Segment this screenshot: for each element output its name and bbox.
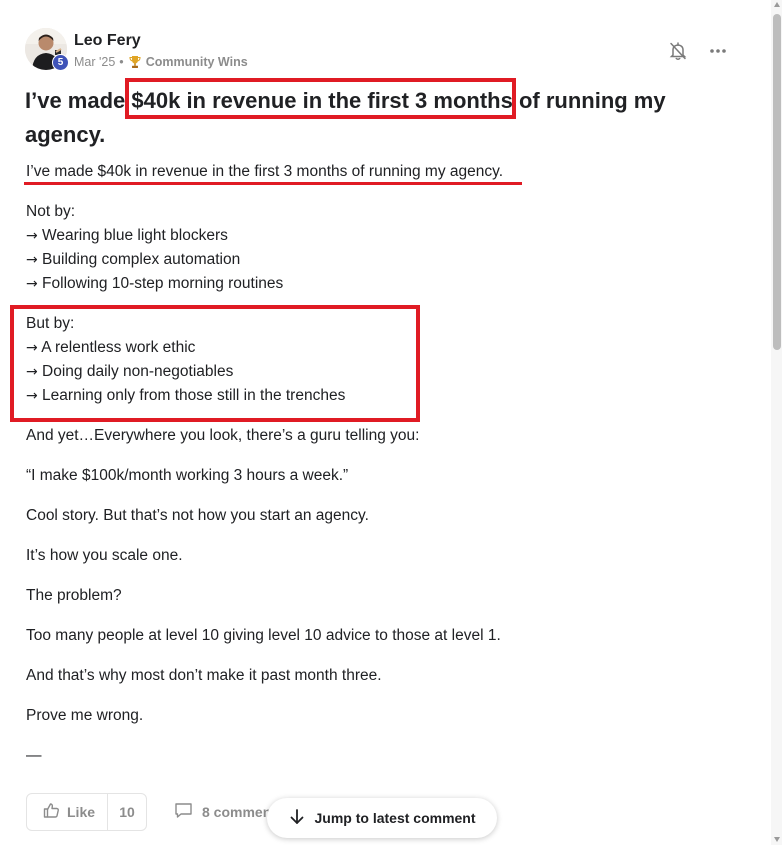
comment-icon xyxy=(174,802,193,822)
thumbs-up-icon xyxy=(43,802,60,822)
title-text-line2: agency. xyxy=(25,122,106,147)
comments-link[interactable]: 8 commen xyxy=(174,802,271,822)
paragraph: And that’s why most don’t make it past m… xyxy=(26,667,382,684)
post-date: Mar '25 xyxy=(74,55,116,69)
arrow-down-icon xyxy=(288,808,306,829)
jump-to-latest-comment-button[interactable]: Jump to latest comment xyxy=(267,798,497,838)
scrollbar-thumb[interactable] xyxy=(773,14,781,350)
paragraph: Too many people at level 10 giving level… xyxy=(26,627,501,644)
post-meta: Mar '25 • Community Wins xyxy=(74,55,248,69)
trailing-dash: — xyxy=(26,747,42,764)
lead-paragraph: I’ve made $40k in revenue in the first 3… xyxy=(26,163,504,180)
not-by-heading: Not by: xyxy=(26,203,76,220)
list-item: → Doing daily non-negotiables xyxy=(26,363,234,380)
but-by-heading: But by: xyxy=(26,315,75,332)
list-item: → Wearing blue light blockers xyxy=(26,227,228,244)
list-item: → Building complex automation xyxy=(26,251,241,268)
like-label: Like xyxy=(67,804,96,820)
comments-label: 8 commen xyxy=(202,804,272,820)
title-highlight: $40k in revenue in the first 3 months xyxy=(131,88,513,113)
post-page: 5 Leo Fery Mar '25 • Community Wins I’ve… xyxy=(0,0,782,845)
title-text-end: of running my xyxy=(512,88,666,113)
paragraph: Cool story. But that’s not how you start… xyxy=(26,507,369,524)
scrollbar[interactable] xyxy=(771,0,782,845)
like-action[interactable]: Like xyxy=(27,794,107,830)
title-text-start: I’ve made xyxy=(25,88,132,113)
author-name[interactable]: Leo Fery xyxy=(74,32,141,50)
trophy-icon xyxy=(128,55,142,69)
list-item: → Learning only from those still in the … xyxy=(26,387,346,404)
paragraph: “I make $100k/month working 3 hours a we… xyxy=(26,467,349,484)
paragraph: It’s how you scale one. xyxy=(26,547,183,564)
bell-off-icon[interactable] xyxy=(667,40,689,62)
list-item: → Following 10-step morning routines xyxy=(26,275,284,292)
scroll-up-arrow-icon[interactable] xyxy=(774,2,780,7)
list-item: → A relentless work ethic xyxy=(26,339,196,356)
category-link[interactable]: Community Wins xyxy=(146,55,248,69)
scroll-down-arrow-icon[interactable] xyxy=(774,837,780,842)
more-horizontal-icon[interactable] xyxy=(707,40,729,62)
paragraph: And yet…Everywhere you look, there’s a g… xyxy=(26,427,420,444)
level-badge: 5 xyxy=(52,54,69,71)
post-title: I’ve made $40k in revenue in the first 3… xyxy=(25,84,725,152)
paragraph: Prove me wrong. xyxy=(26,707,144,724)
jump-label: Jump to latest comment xyxy=(314,810,476,826)
paragraph: The problem? xyxy=(26,587,122,604)
like-button[interactable]: Like 10 xyxy=(26,793,147,831)
meta-separator: • xyxy=(119,55,124,69)
like-count[interactable]: 10 xyxy=(108,804,146,820)
